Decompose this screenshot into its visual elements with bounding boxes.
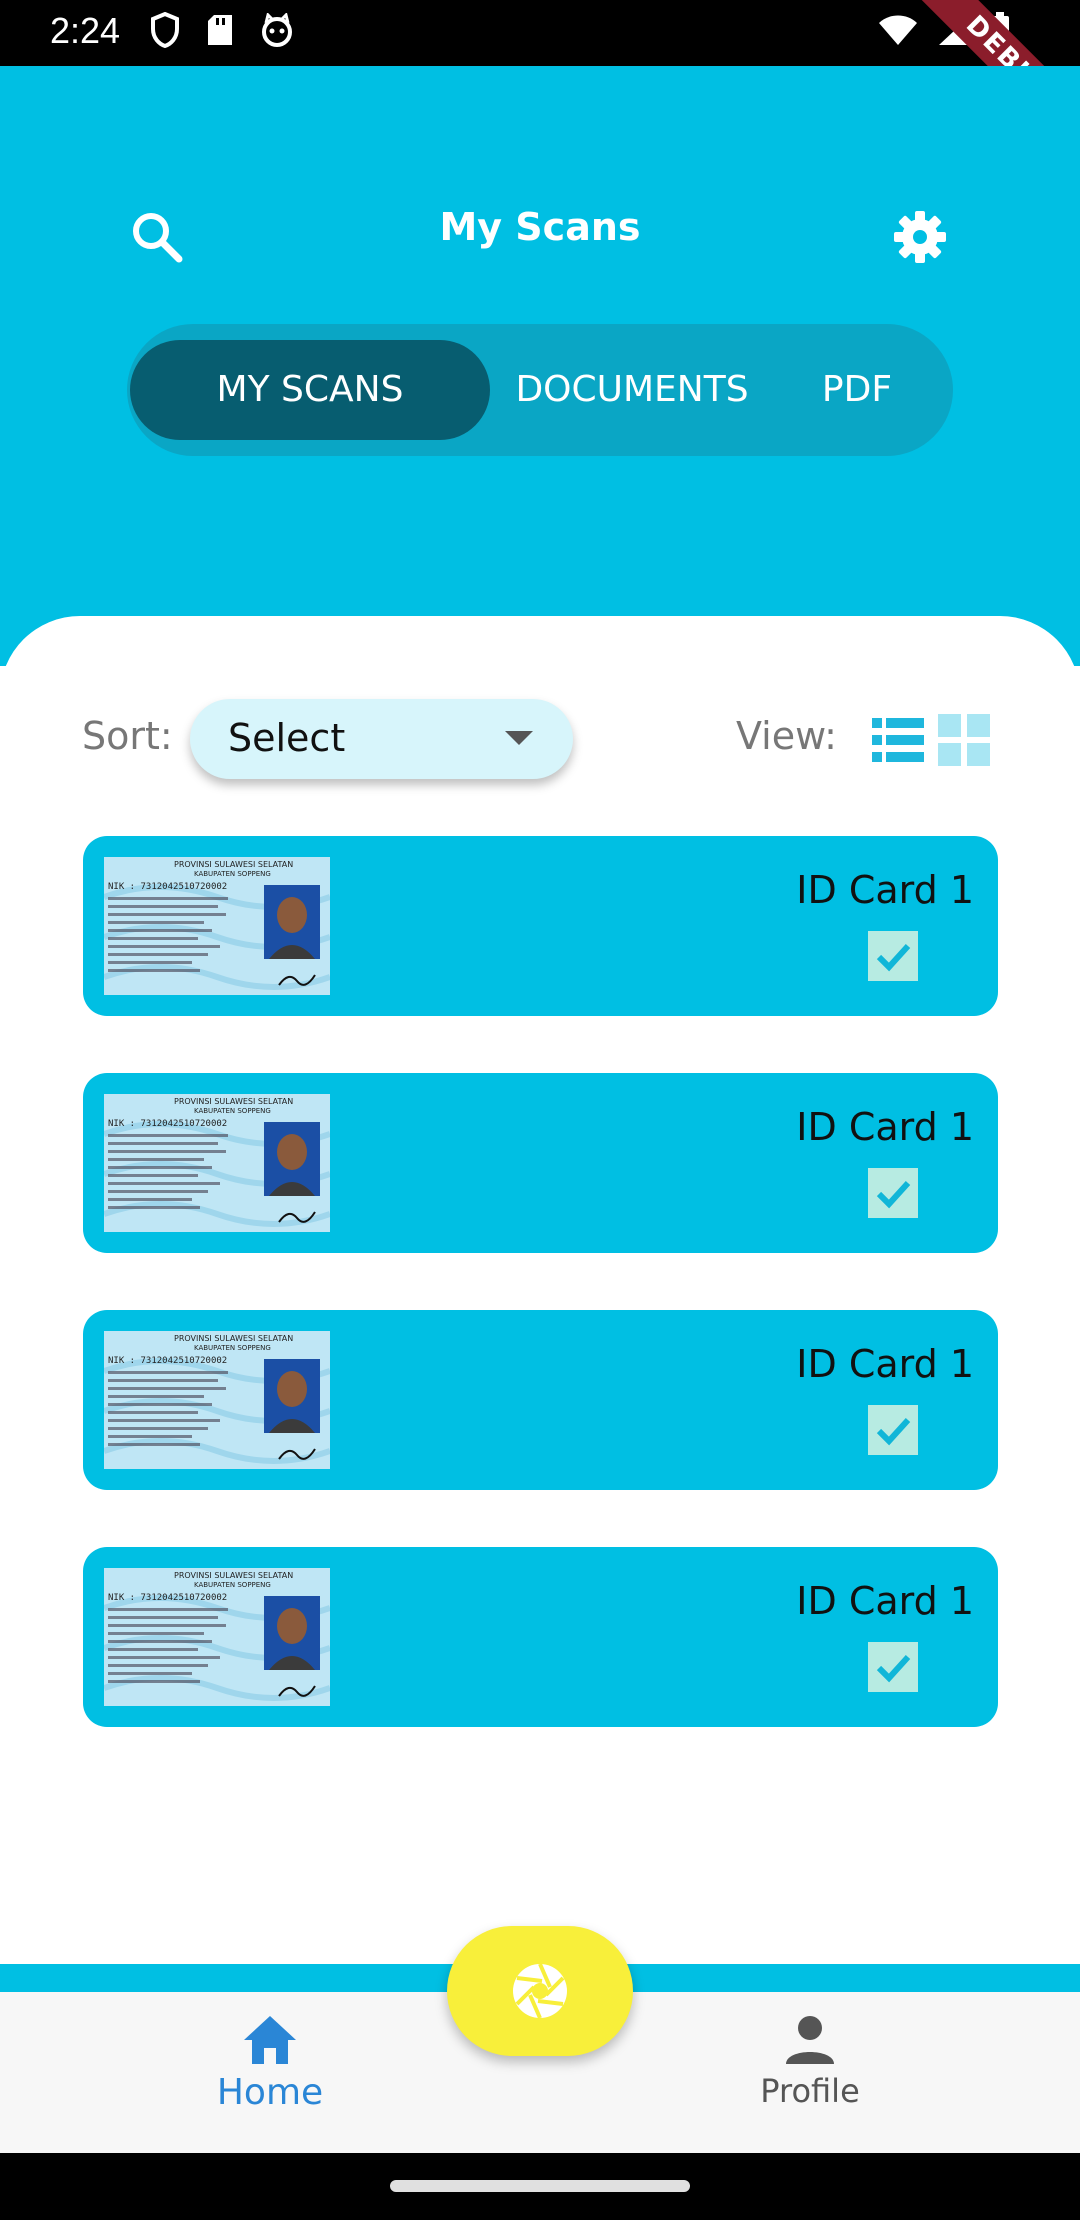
id-card-thumbnail[interactable]: PROVINSI SULAWESI SELATAN KABUPATEN SOPP… bbox=[104, 1331, 330, 1469]
nav-home[interactable]: Home bbox=[200, 2012, 340, 2132]
cat-icon bbox=[262, 13, 292, 47]
tab-documents[interactable]: DOCUMENTS bbox=[497, 340, 767, 440]
list-item-title: ID Card 1 bbox=[796, 1105, 974, 1149]
grid-view-button[interactable] bbox=[938, 714, 990, 766]
list-view-icon bbox=[872, 718, 924, 762]
nav-profile[interactable]: Profile bbox=[740, 2012, 880, 2132]
check-icon bbox=[876, 943, 911, 972]
id-card-nik: NIK : 7312042510720002 bbox=[108, 1356, 227, 1366]
id-card-nik: NIK : 7312042510720002 bbox=[108, 1119, 227, 1129]
id-card-nik: NIK : 7312042510720002 bbox=[108, 882, 227, 892]
item-checkbox[interactable] bbox=[868, 1168, 918, 1218]
id-card-regency: KABUPATEN SOPPENG bbox=[194, 870, 271, 878]
camera-shutter-icon bbox=[513, 1963, 567, 2019]
list-item[interactable]: PROVINSI SULAWESI SELATAN KABUPATEN SOPP… bbox=[83, 1547, 998, 1727]
sort-dropdown-value: Select bbox=[228, 716, 346, 760]
id-card-regency: KABUPATEN SOPPENG bbox=[194, 1344, 271, 1352]
home-gesture-bar[interactable] bbox=[390, 2180, 690, 2192]
id-card-regency: KABUPATEN SOPPENG bbox=[194, 1581, 271, 1589]
status-bar: 2:24 DEBUG bbox=[0, 0, 1080, 174]
item-checkbox[interactable] bbox=[868, 931, 918, 981]
person-icon bbox=[786, 2016, 834, 2064]
chevron-down-icon bbox=[505, 731, 533, 745]
settings-button[interactable] bbox=[885, 202, 955, 272]
item-checkbox[interactable] bbox=[868, 1642, 918, 1692]
check-icon bbox=[876, 1180, 911, 1209]
list-item[interactable]: PROVINSI SULAWESI SELATAN KABUPATEN SOPP… bbox=[83, 836, 998, 1016]
status-left-icons bbox=[150, 12, 294, 48]
list-item-title: ID Card 1 bbox=[796, 1342, 974, 1386]
home-icon bbox=[244, 2016, 296, 2064]
scan-camera-button[interactable] bbox=[447, 1926, 633, 2056]
id-card-province: PROVINSI SULAWESI SELATAN bbox=[174, 1571, 293, 1580]
item-checkbox[interactable] bbox=[868, 1405, 918, 1455]
view-label: View: bbox=[736, 714, 837, 758]
nav-profile-label: Profile bbox=[760, 2072, 860, 2110]
tab-pdf[interactable]: PDF bbox=[787, 340, 927, 440]
sort-label: Sort: bbox=[82, 714, 173, 758]
gear-icon bbox=[894, 211, 946, 263]
sort-dropdown[interactable]: Select bbox=[190, 699, 573, 779]
status-time: 2:24 bbox=[50, 10, 121, 51]
wifi-icon bbox=[879, 15, 917, 45]
id-card-thumbnail[interactable]: PROVINSI SULAWESI SELATAN KABUPATEN SOPP… bbox=[104, 857, 330, 995]
sd-card-icon bbox=[208, 15, 232, 45]
list-item-title: ID Card 1 bbox=[796, 868, 974, 912]
id-card-province: PROVINSI SULAWESI SELATAN bbox=[174, 1097, 293, 1106]
id-card-thumbnail[interactable]: PROVINSI SULAWESI SELATAN KABUPATEN SOPP… bbox=[104, 1094, 330, 1232]
id-card-thumbnail[interactable]: PROVINSI SULAWESI SELATAN KABUPATEN SOPP… bbox=[104, 1568, 330, 1706]
scan-tabs: MY SCANS DOCUMENTS PDF bbox=[127, 324, 953, 456]
id-card-province: PROVINSI SULAWESI SELATAN bbox=[174, 860, 293, 869]
grid-view-icon bbox=[938, 714, 990, 766]
id-card-province: PROVINSI SULAWESI SELATAN bbox=[174, 1334, 293, 1343]
list-item[interactable]: PROVINSI SULAWESI SELATAN KABUPATEN SOPP… bbox=[83, 1310, 998, 1490]
id-card-regency: KABUPATEN SOPPENG bbox=[194, 1107, 271, 1115]
tab-my-scans[interactable]: MY SCANS bbox=[130, 340, 490, 440]
shield-icon bbox=[151, 12, 179, 48]
check-icon bbox=[876, 1654, 911, 1683]
scan-list: PROVINSI SULAWESI SELATAN KABUPATEN SOPP… bbox=[83, 836, 998, 1784]
id-card-nik: NIK : 7312042510720002 bbox=[108, 1593, 227, 1603]
list-item-title: ID Card 1 bbox=[796, 1579, 974, 1623]
check-icon bbox=[876, 1417, 911, 1446]
nav-home-label: Home bbox=[216, 2072, 324, 2113]
list-view-button[interactable] bbox=[872, 718, 924, 762]
list-item[interactable]: PROVINSI SULAWESI SELATAN KABUPATEN SOPP… bbox=[83, 1073, 998, 1253]
